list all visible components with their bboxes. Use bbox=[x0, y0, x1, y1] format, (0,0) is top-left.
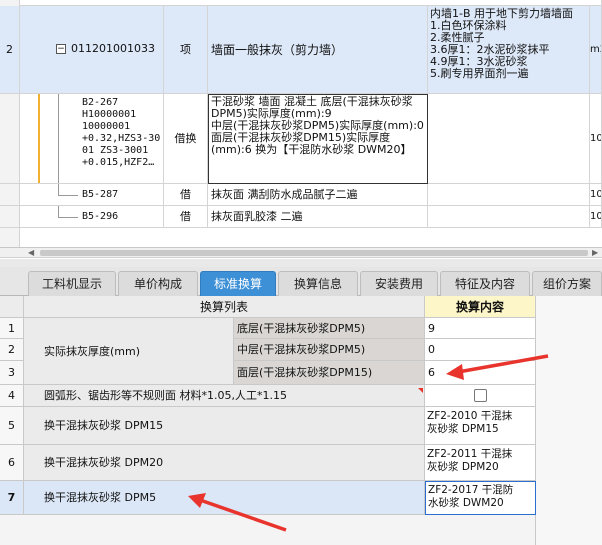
base-layer-label: 底层(干混抹灰砂浆DPM5) bbox=[234, 318, 425, 339]
item-type: 项 bbox=[164, 6, 208, 94]
item-name[interactable]: 墙面一般抹灰（剪力墙） bbox=[208, 6, 428, 94]
quota-type: 借 bbox=[164, 206, 208, 228]
scroll-right-icon[interactable]: ▶ bbox=[592, 248, 598, 258]
tree-branch bbox=[58, 195, 78, 196]
detail-tabs: 工料机显示 单价构成 标准换算 换算信息 安装费用 特征及内容 组价方案 bbox=[0, 267, 602, 296]
middle-layer-thickness-input[interactable]: 0 bbox=[425, 339, 536, 361]
quota-unit: 10 bbox=[590, 206, 602, 228]
quota-grid: 2 − 011201001033 项 墙面一般抹灰（剪力墙） 内墙1-B 用于地… bbox=[0, 0, 602, 248]
item-code: 011201001033 bbox=[71, 42, 155, 55]
row-number bbox=[0, 206, 20, 228]
tree-line bbox=[58, 184, 59, 195]
tree-line bbox=[58, 94, 59, 183]
quota-unit: 10 bbox=[590, 94, 602, 184]
row-number: 4 bbox=[0, 385, 24, 407]
header-corner bbox=[0, 296, 24, 318]
row-number: 6 bbox=[0, 445, 24, 481]
row-number bbox=[0, 228, 20, 247]
row-number: 2 bbox=[0, 339, 24, 361]
tab-conversion-info[interactable]: 换算信息 bbox=[278, 271, 358, 296]
irregular-surface-checkbox[interactable] bbox=[474, 389, 487, 402]
row-number: 1 bbox=[0, 318, 24, 339]
table-row-code-cell[interactable]: B5-287 bbox=[20, 184, 164, 206]
quota-name[interactable]: 干混砂浆 墙面 混凝土 底层(干混抹灰砂浆DPM5)实际厚度(mm):9 中层(… bbox=[208, 94, 428, 184]
irregular-surface-cell bbox=[425, 385, 536, 407]
replace-dpm15-label: 换干混抹灰砂浆 DPM15 bbox=[24, 407, 425, 445]
quota-type: 借 bbox=[164, 184, 208, 206]
quota-feature bbox=[428, 184, 590, 206]
tree-branch bbox=[58, 217, 78, 218]
table-row-code-cell[interactable]: − 011201001033 bbox=[20, 6, 164, 94]
item-unit: m2 bbox=[590, 6, 602, 94]
quota-code: B5-296 bbox=[82, 211, 119, 222]
replace-dpm20-value[interactable]: ZF2-2011 干混抹 灰砂浆 DPM20 bbox=[425, 445, 536, 481]
item-feature[interactable]: 内墙1-B 用于地下剪力墙墙面 1.白色环保涂料 2.柔性腻子 3.6厚1：2水… bbox=[428, 6, 590, 94]
row-number bbox=[0, 94, 20, 184]
table-row-code-cell[interactable]: B5-296 bbox=[20, 206, 164, 228]
tab-installation-fees[interactable]: 安装费用 bbox=[360, 271, 438, 296]
quota-code: B2-267 H10000001 10000001 +0.32,HZS3-30 … bbox=[82, 97, 161, 168]
quota-type: 借换 bbox=[164, 94, 208, 184]
quota-feature bbox=[428, 94, 590, 184]
replace-dpm5-value[interactable]: ZF2-2017 干混防 水砂浆 DWM20 bbox=[425, 481, 536, 515]
row-number: 3 bbox=[0, 361, 24, 385]
header-conversion-content: 换算内容 bbox=[425, 296, 536, 318]
tab-materials[interactable]: 工料机显示 bbox=[28, 271, 116, 296]
comment-marker bbox=[418, 388, 423, 393]
splitter[interactable] bbox=[0, 259, 602, 267]
quota-feature bbox=[428, 206, 590, 228]
surface-layer-label: 面层(干混抹灰砂浆DPM15) bbox=[234, 361, 425, 385]
irregular-surface-label: 圆弧形、锯齿形等不规则面 材料*1.05,人工*1.15 bbox=[24, 385, 425, 407]
replace-dpm20-label: 换干混抹灰砂浆 DPM20 bbox=[24, 445, 425, 481]
tab-standard-conversion[interactable]: 标准换算 bbox=[200, 271, 276, 296]
row-number bbox=[0, 184, 20, 206]
tab-price-composition[interactable]: 单价构成 bbox=[118, 271, 198, 296]
table-empty-area bbox=[0, 515, 536, 545]
row-number: 7 bbox=[0, 481, 24, 515]
conversion-table: 换算列表 换算内容 1 2 3 4 5 6 7 实际抹灰厚度(mm) 底层(干混… bbox=[0, 296, 602, 545]
base-layer-thickness-input[interactable]: 9 bbox=[425, 318, 536, 339]
tab-pricing-scheme[interactable]: 组价方案 bbox=[532, 271, 602, 296]
horizontal-scrollbar[interactable]: ◀ ▶ bbox=[0, 248, 602, 258]
quota-code: B5-287 bbox=[82, 189, 119, 200]
thickness-group-label: 实际抹灰厚度(mm) bbox=[24, 318, 234, 385]
table-row-code-cell[interactable]: B2-267 H10000001 10000001 +0.32,HZS3-30 … bbox=[20, 94, 164, 184]
collapse-toggle-icon[interactable]: − bbox=[56, 44, 66, 54]
blank-area bbox=[536, 296, 602, 545]
quota-name[interactable]: 抹灰面 满刮防水成品腻子二遍 bbox=[208, 184, 428, 206]
header-conversion-list: 换算列表 bbox=[24, 296, 425, 318]
tab-features-content[interactable]: 特征及内容 bbox=[440, 271, 530, 296]
replace-dpm5-label: 换干混抹灰砂浆 DPM5 bbox=[24, 481, 425, 515]
scrollbar-thumb[interactable] bbox=[40, 250, 588, 256]
quota-name[interactable]: 抹灰面乳胶漆 二遍 bbox=[208, 206, 428, 228]
surface-layer-thickness-input[interactable]: 6 bbox=[425, 361, 536, 385]
replace-dpm15-value[interactable]: ZF2-2010 干混抹 灰砂浆 DPM15 bbox=[425, 407, 536, 445]
scroll-left-icon[interactable]: ◀ bbox=[28, 248, 34, 258]
row-number: 2 bbox=[0, 6, 20, 94]
middle-layer-label: 中层(干混抹灰砂浆DPM5) bbox=[234, 339, 425, 361]
quota-unit: 10 bbox=[590, 184, 602, 206]
tree-line bbox=[58, 206, 59, 217]
orange-marker bbox=[38, 94, 40, 183]
row-number: 5 bbox=[0, 407, 24, 445]
